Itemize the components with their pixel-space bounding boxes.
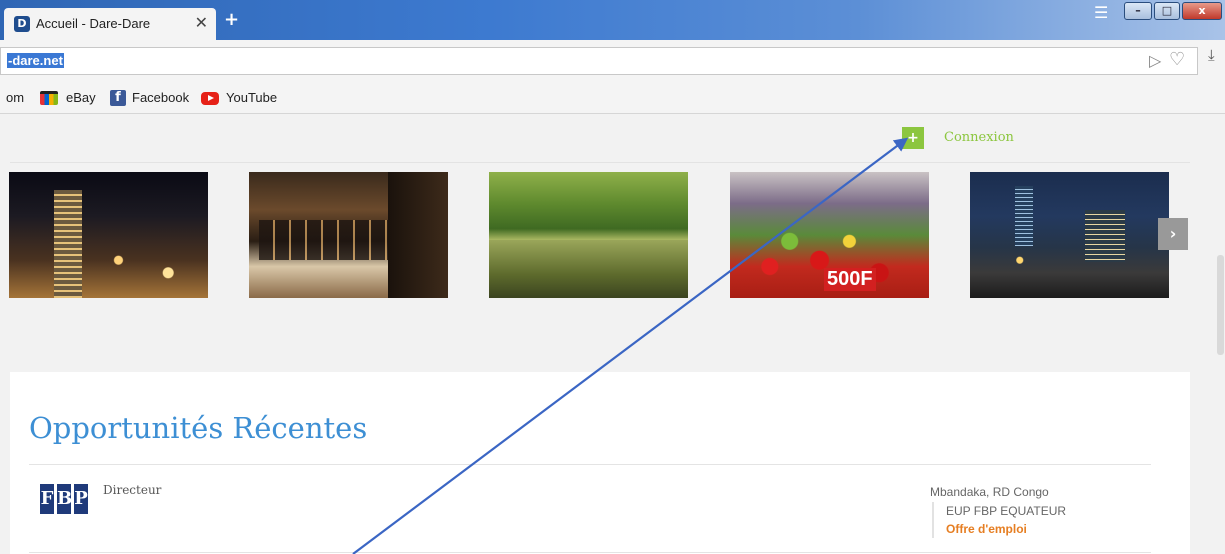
slider-image-market[interactable]: 500F [730,172,929,298]
job-meta: Mbandaka, RD Congo EUP FBP EQUATEUR Offr… [930,482,1150,538]
job-location: Mbandaka, RD Congo [930,485,1049,499]
logo-letter: P [74,484,88,514]
market-price-sign: 500F [824,268,876,291]
minimize-button[interactable]: – [1124,2,1152,20]
job-meta-block: EUP FBP EQUATEUR Offre d'emploi [932,502,1150,538]
bookmark-ebay[interactable]: eBay [66,88,96,108]
url-input[interactable]: -dare.net ▷ ♡ [0,47,1198,75]
slider-image-city-dusk[interactable] [970,172,1169,298]
close-window-button[interactable]: x [1182,2,1222,20]
slider-image-city-night[interactable] [9,172,208,298]
slider-next-button[interactable]: › [1158,218,1188,250]
section-divider [29,464,1151,465]
plus-icon[interactable]: + [902,127,924,149]
address-bar-area: -dare.net ▷ ♡ ⤓ [0,40,1225,82]
row-divider [29,552,1151,553]
heart-icon[interactable]: ♡ [1169,49,1185,70]
slider-image-park-lake[interactable] [489,172,688,298]
bookmark-facebook[interactable]: Facebook [132,88,189,108]
url-text: -dare.net [7,53,64,68]
ebay-icon [40,91,58,105]
send-icon[interactable]: ▷ [1149,51,1161,70]
tab-close-icon[interactable]: ✕ [195,13,208,32]
slider-image-hotel-lobby[interactable] [249,172,448,298]
tab-title: Accueil - Dare-Dare [36,16,151,31]
job-company: EUP FBP EQUATEUR [946,504,1067,518]
job-title-link[interactable]: Directeur [103,483,161,497]
job-type-badge[interactable]: Offre d'emploi [946,520,1150,538]
logo-letter: B [57,484,72,514]
bookmarks-bar: om eBay f Facebook YouTube [0,82,1225,114]
download-icon[interactable]: ⤓ [1208,46,1215,64]
maximize-button[interactable]: □ [1154,2,1180,20]
browser-tab-bar: D Accueil - Dare-Dare ✕ + ☰ – □ x [0,0,1225,40]
facebook-icon: f [110,90,126,106]
scrollbar-thumb[interactable] [1217,255,1224,355]
dare-dare-favicon-icon: D [14,16,30,32]
bookmark-youtube[interactable]: YouTube [226,88,277,108]
browser-tab[interactable]: D Accueil - Dare-Dare ✕ [4,8,216,40]
section-title: Opportunités Récentes [29,411,368,445]
logo-letter: F [40,484,54,514]
login-link[interactable]: Connexion [944,130,1014,145]
youtube-icon [201,92,219,105]
bookmark-partial[interactable]: om [6,88,24,108]
browser-menu-icon[interactable]: ☰ [1094,3,1108,22]
header-divider [10,162,1190,163]
page-scrollbar[interactable] [1215,115,1225,554]
new-tab-button[interactable]: + [224,9,239,30]
company-logo[interactable]: F B P [40,484,90,514]
